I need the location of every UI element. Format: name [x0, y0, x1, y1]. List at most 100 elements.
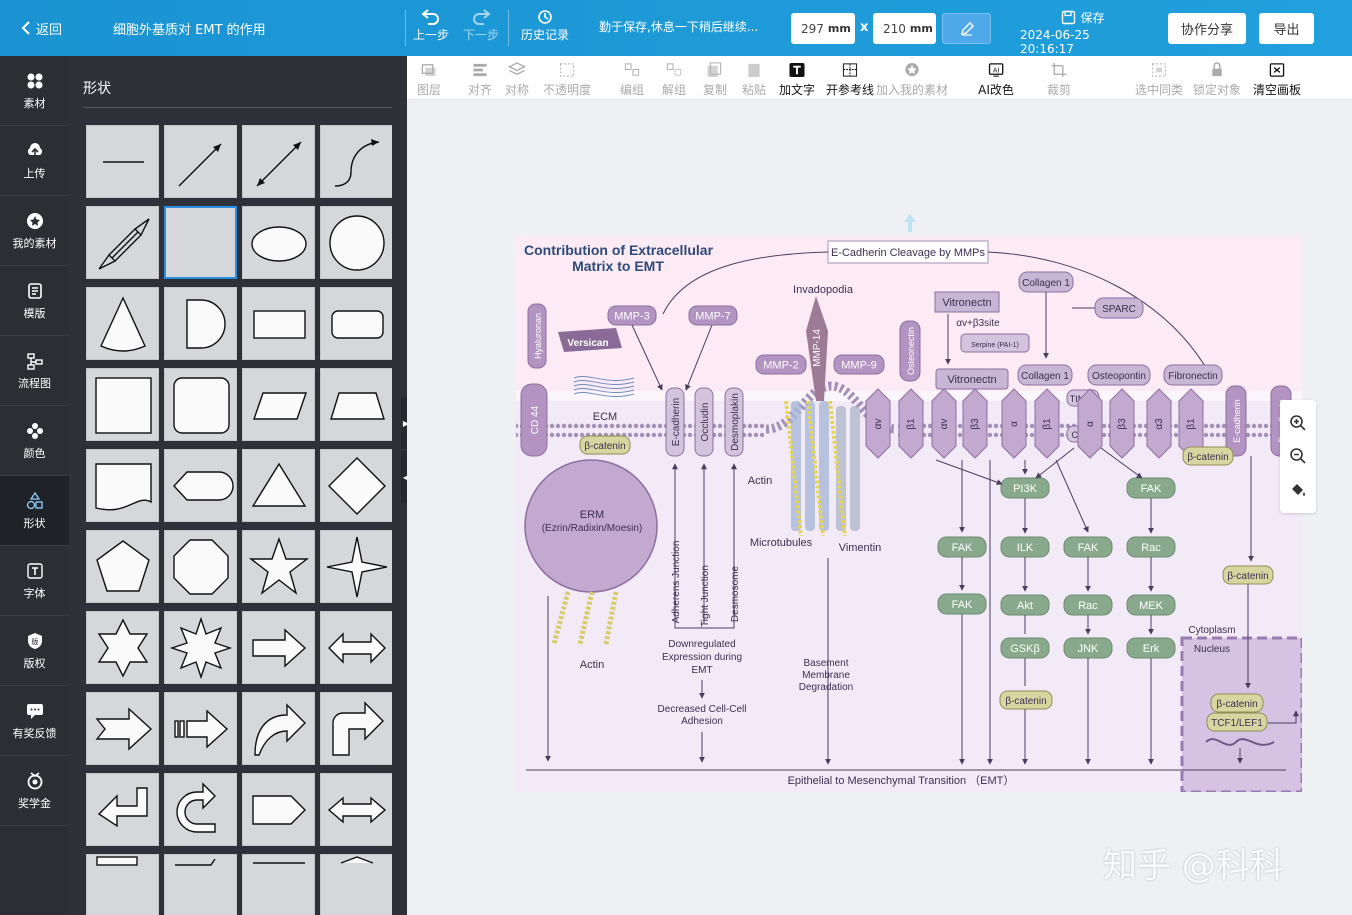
display-shape[interactable] [164, 449, 237, 522]
zoom-in-icon[interactable] [1289, 414, 1307, 432]
nav-item-scholarship[interactable]: 奖学金 [0, 756, 69, 826]
rectangle-selected-shape[interactable] [164, 206, 237, 279]
canvas-area[interactable]: Contribution of Extracellular Matrix to E… [407, 100, 1352, 915]
membrane-bead [1137, 432, 1143, 438]
guides-button[interactable]: 开参考线 [826, 62, 874, 98]
membrane-bead [555, 432, 561, 438]
star-shape[interactable] [242, 530, 315, 603]
thick-double-arrow-shape[interactable] [86, 206, 159, 279]
octagon-shape[interactable] [164, 530, 237, 603]
nav-item-upload[interactable]: 上传 [0, 126, 69, 196]
height-input[interactable]: 210 mm [873, 13, 936, 44]
align-button[interactable]: 对齐 [468, 62, 492, 98]
ai-recolor-button[interactable]: AI AI改色 [978, 62, 1014, 98]
redo-button[interactable]: 下一步 [463, 8, 499, 43]
circle-shape[interactable] [320, 206, 392, 279]
u-turn-arrow-shape[interactable] [86, 773, 159, 846]
add-to-my-materials-button[interactable]: 加入我的素材 [876, 62, 948, 98]
nav-item-feedback[interactable]: 有奖反馈 [0, 686, 69, 756]
clear-canvas-button[interactable]: 清空画板 [1253, 62, 1301, 98]
select-similar-button[interactable]: 选中同类 [1135, 62, 1183, 98]
six-point-star-shape[interactable] [86, 611, 159, 684]
opacity-button[interactable]: 不透明度 [543, 62, 591, 98]
nav-item-template[interactable]: 模版 [0, 266, 69, 336]
ellipse-shape[interactable] [242, 206, 315, 279]
striped-arrow-shape[interactable] [164, 692, 237, 765]
emt-diagram[interactable]: Contribution of Extracellular Matrix to E… [516, 236, 1302, 792]
rounded-rectangle-shape[interactable] [320, 287, 392, 360]
triangle-shape[interactable] [242, 449, 315, 522]
select-similar-label: 选中同类 [1134, 83, 1184, 97]
history-button[interactable]: 历史记录 [521, 8, 569, 43]
undo-button[interactable]: 上一步 [413, 8, 449, 43]
notched-arrow-shape[interactable] [86, 692, 159, 765]
autosave-hint: 勤于保存,休息一下稍后继续... [599, 20, 759, 34]
d-shape[interactable] [164, 287, 237, 360]
copy-button[interactable]: 复制 [703, 62, 727, 98]
rectangle-shape[interactable] [242, 287, 315, 360]
width-input[interactable]: 297 mm [791, 13, 855, 44]
parallelogram-shape[interactable] [242, 368, 315, 441]
export-button[interactable]: 导出 [1259, 13, 1314, 44]
paint-bucket-icon[interactable] [1289, 481, 1307, 499]
share-button[interactable]: 协作分享 [1168, 13, 1246, 44]
membrane-bead [603, 423, 609, 429]
cone-shape[interactable] [86, 287, 159, 360]
back-button[interactable]: 返回 [20, 16, 62, 40]
left-right-arrow-shape[interactable] [320, 611, 392, 684]
pentagon-shape[interactable] [86, 530, 159, 603]
membrane-bead [987, 432, 993, 438]
diamond-shape[interactable] [320, 449, 392, 522]
rounded-square-shape[interactable] [164, 368, 237, 441]
document-shape[interactable] [86, 449, 159, 522]
nav-item-star[interactable]: 我的素材 [0, 196, 69, 266]
crop-button[interactable]: 裁剪 [1047, 62, 1071, 98]
circular-arrow-shape[interactable] [164, 773, 237, 846]
square-shape[interactable] [86, 368, 159, 441]
curved-right-arrow-shape[interactable] [242, 692, 315, 765]
nav-item-grid[interactable]: 素材 [0, 56, 69, 126]
pi3k-node: PI3K [1013, 483, 1038, 495]
fak-node-2: FAK [1078, 542, 1099, 554]
membrane-bead [987, 423, 993, 429]
edit-size-button[interactable] [942, 13, 991, 44]
zoom-out-icon[interactable] [1289, 447, 1307, 465]
arrow-shape[interactable] [164, 125, 237, 198]
integrin-label-3: β3 [970, 418, 981, 430]
save-button[interactable]: 保存 2024-06-25 20:16:17 [1020, 9, 1146, 56]
document-title[interactable]: 细胞外基质对 EMT 的作用 [113, 16, 266, 40]
double-chevron-shape[interactable] [320, 773, 392, 846]
lock-object-button[interactable]: 锁定对象 [1193, 62, 1241, 98]
eight-point-star-shape[interactable] [164, 611, 237, 684]
membrane-bead [627, 432, 633, 438]
nav-item-text[interactable]: 字体 [0, 546, 69, 616]
symmetry-button[interactable]: 对称 [505, 62, 529, 98]
curved-arrow-shape[interactable] [320, 125, 392, 198]
emt-label: Epithelial to Mesenchymal Transition （EM… [788, 774, 1015, 787]
partial-shape-b[interactable] [164, 854, 237, 915]
trapezoid-shape[interactable] [320, 368, 392, 441]
downregulated-line1: Downregulated [668, 639, 735, 650]
nav-item-shapes[interactable]: 形状 [0, 476, 69, 546]
vimentin-label: Vimentin [839, 542, 882, 554]
group-button[interactable]: 编组 [620, 62, 644, 98]
right-arrow-shape[interactable] [242, 611, 315, 684]
add-text-button[interactable]: 加文字 [779, 62, 815, 98]
pentagon-arrow-shape[interactable] [242, 773, 315, 846]
partial-shape-d[interactable] [320, 854, 392, 915]
nav-item-copyright[interactable]: 版版权 [0, 616, 69, 686]
desmosome-label: Desmosome [730, 566, 741, 623]
line-shape[interactable] [86, 125, 159, 198]
partial-shape-a[interactable] [86, 854, 159, 915]
layer-button[interactable]: 图层 [417, 62, 441, 98]
e-cadherin-junction: E-cadherin [671, 398, 682, 446]
double-arrow-shape[interactable] [242, 125, 315, 198]
four-point-star-shape[interactable] [320, 530, 392, 603]
membrane-bead [759, 423, 765, 429]
ungroup-button[interactable]: 解组 [662, 62, 686, 98]
nav-item-flowchart[interactable]: 流程图 [0, 336, 69, 406]
paste-button[interactable]: 粘贴 [742, 62, 766, 98]
nav-item-palette[interactable]: 颜色 [0, 406, 69, 476]
partial-shape-c[interactable] [242, 854, 315, 915]
bent-arrow-shape[interactable] [320, 692, 392, 765]
